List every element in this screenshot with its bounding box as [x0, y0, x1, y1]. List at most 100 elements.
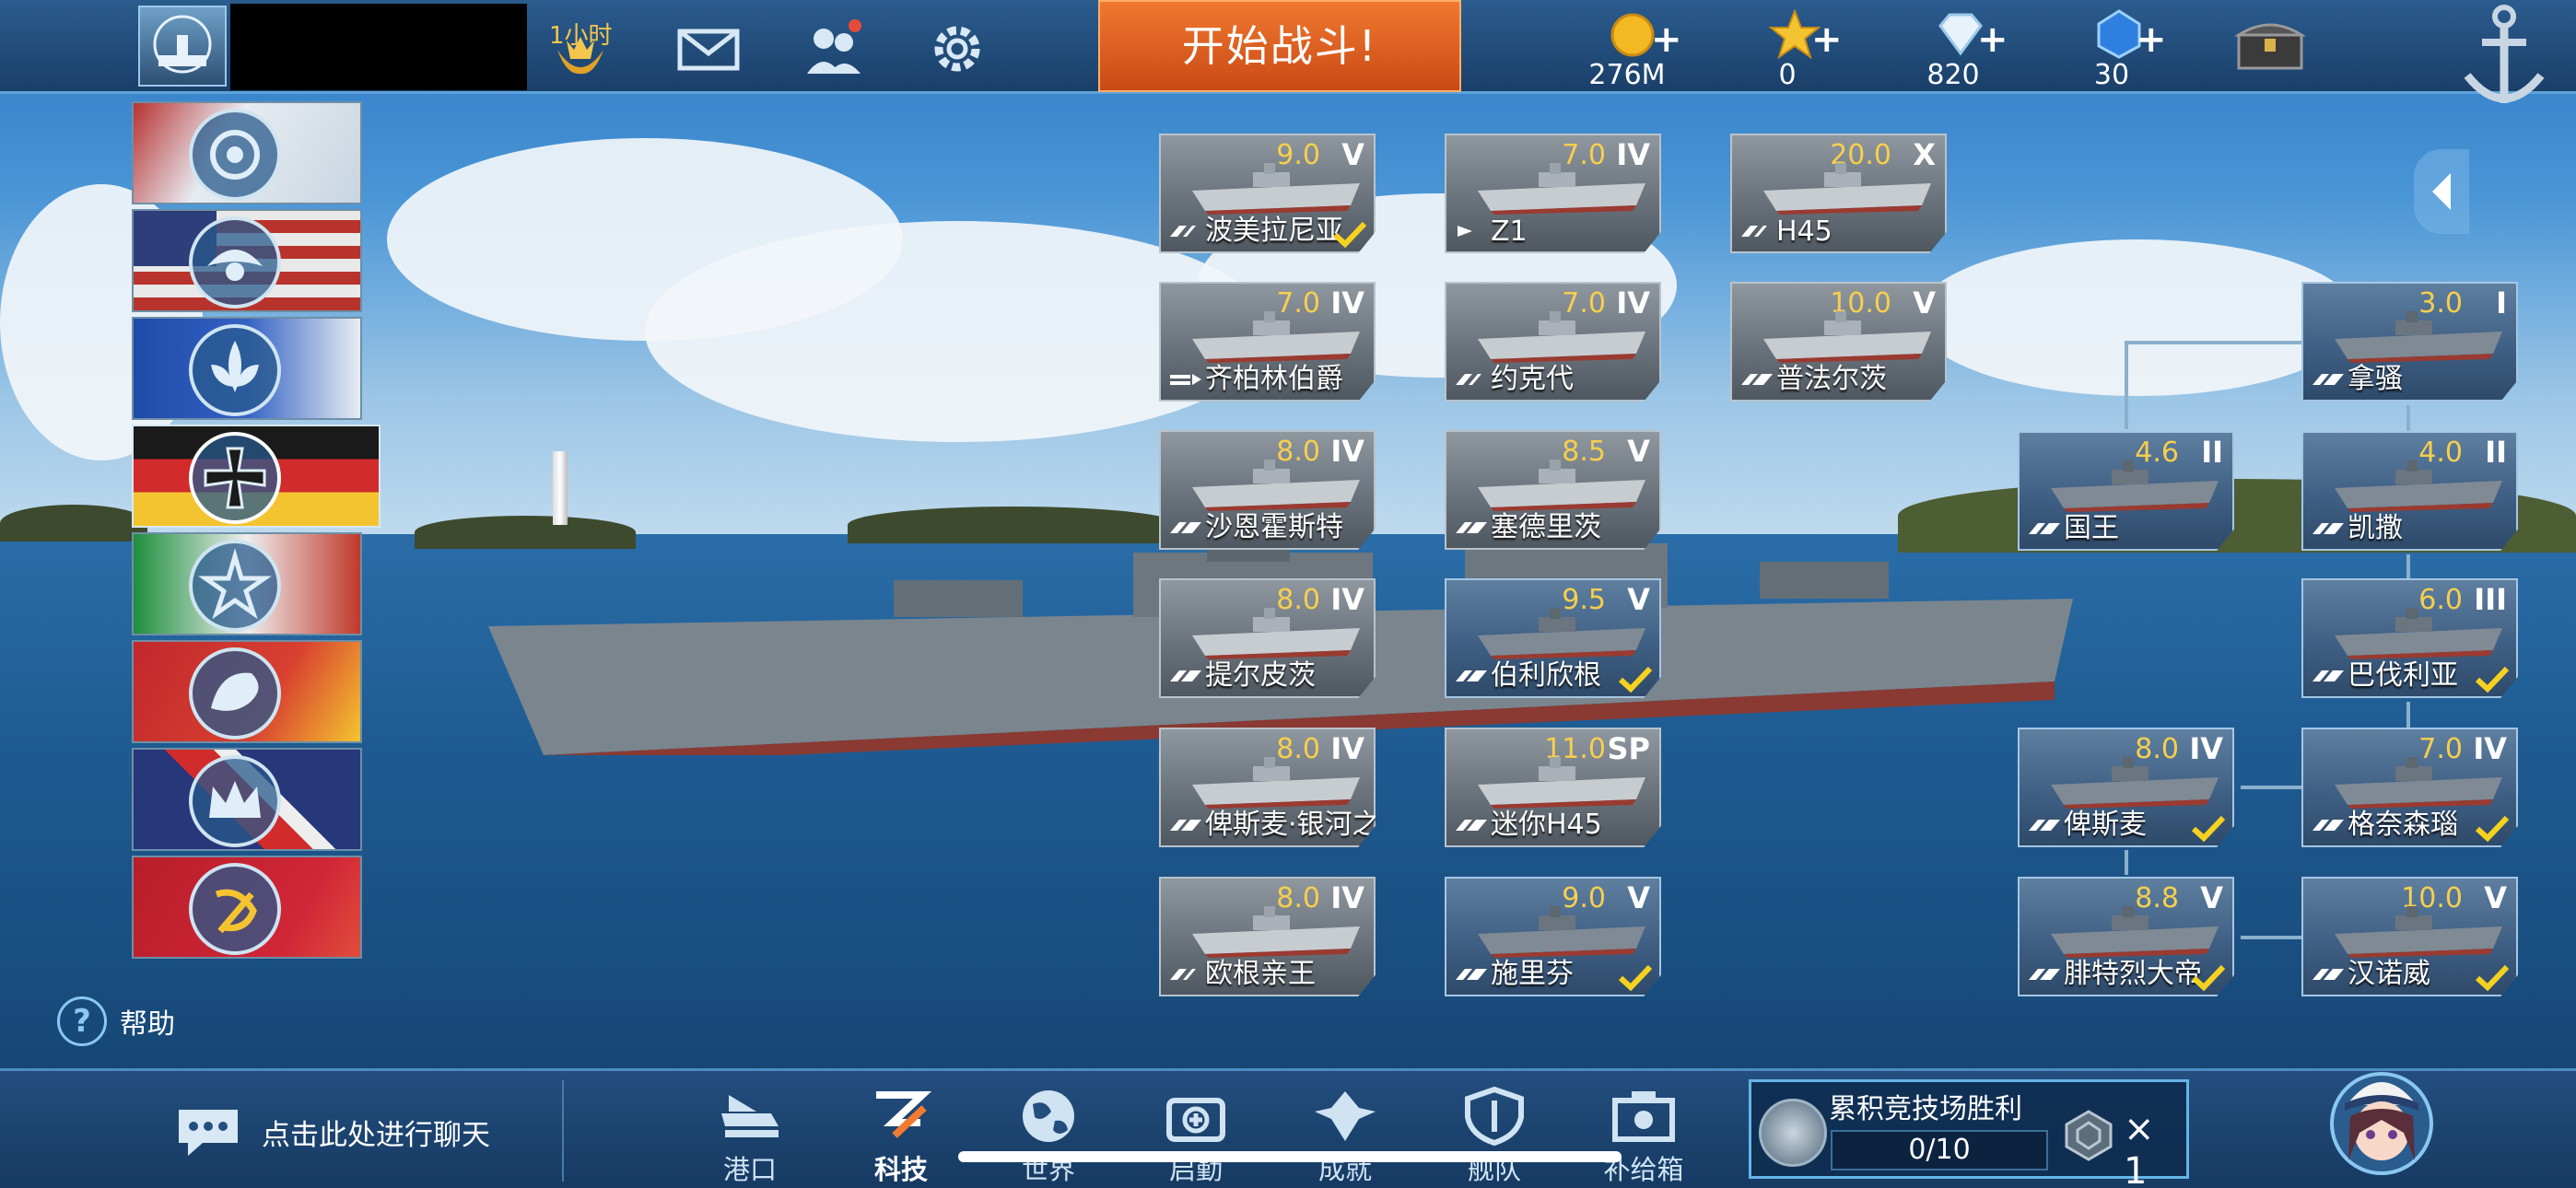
ship-card[interactable]: 9.0 V 施里芬	[1445, 877, 1661, 996]
star-resource[interactable]: + 0	[1732, 6, 1843, 92]
arena-medal-icon	[1759, 1099, 1827, 1167]
player-avatar[interactable]	[138, 6, 227, 87]
ship-name: 施里芬	[1491, 958, 1574, 990]
ship-card[interactable]: 9.5 V 伯利欣根	[1445, 578, 1661, 698]
nav-achievement[interactable]: 成就	[1299, 1086, 1391, 1187]
nation-tab-soviet[interactable]	[132, 856, 362, 959]
ship-card[interactable]: 20.0 X H45	[1730, 134, 1947, 253]
ship-card[interactable]: 8.0 IV 欧根亲王	[1159, 877, 1376, 996]
nav-fleet[interactable]: 舰队	[1448, 1086, 1540, 1187]
ship-card[interactable]: 8.5 V 塞德里茨	[1445, 430, 1661, 550]
nation-selector	[132, 101, 381, 972]
ship-class-icon	[1741, 374, 1773, 385]
ship-name: 欧根亲王	[1205, 958, 1316, 990]
nation-tab-france[interactable]	[132, 317, 362, 420]
nav-world[interactable]: 世界	[1002, 1086, 1095, 1187]
tech-icon	[876, 1091, 932, 1138]
ship-class-icon	[2029, 523, 2060, 534]
nav-supply-box[interactable]: 补给箱	[1598, 1086, 1690, 1187]
ship-card[interactable]: 7.0 IV 格奈森瑙	[2301, 728, 2518, 847]
arena-title: 累积竞技场胜利	[1829, 1093, 2022, 1125]
checkmark-icon	[2191, 815, 2226, 843]
question-mark-icon: ?	[57, 996, 107, 1046]
globe-icon	[1023, 1090, 1074, 1142]
arena-progress-panel[interactable]: 累积竞技场胜利 0/10 × 1	[1749, 1079, 2189, 1188]
ship-name: 凯撒	[2348, 512, 2403, 544]
medic-icon	[1166, 1098, 1225, 1142]
nation-tab-germany[interactable]	[132, 425, 381, 528]
island	[0, 505, 147, 542]
ship-card[interactable]: 8.0 IV 提尔皮茨	[1159, 578, 1376, 698]
ship-card[interactable]: 4.0 II 凯撒	[2301, 431, 2518, 551]
ship-class-icon	[2313, 374, 2344, 385]
nation-tab-usa[interactable]	[132, 209, 362, 312]
ship-card[interactable]: 8.0 IV 俾斯麦·银河之征	[1159, 728, 1376, 847]
dragon-emblem-icon	[211, 672, 259, 711]
mail-icon[interactable]	[674, 17, 743, 81]
nation-tab-japan[interactable]	[132, 101, 362, 204]
checkmark-icon	[2475, 815, 2510, 843]
nation-tab-china[interactable]	[132, 640, 362, 743]
ship-silhouette-icon	[1478, 163, 1645, 215]
nation-emblem	[189, 863, 281, 955]
ship-card[interactable]: 8.0 IV 沙恩霍斯特	[1159, 430, 1376, 550]
ship-card[interactable]: 7.0 IV 齐柏林伯爵	[1159, 282, 1376, 402]
ship-class-icon	[1170, 522, 1201, 533]
ship-card[interactable]: 8.0 IV 俾斯麦	[2018, 728, 2234, 847]
lighthouse	[553, 451, 568, 525]
nation-emblem	[189, 324, 281, 416]
captain-girl-avatar[interactable]	[2326, 1050, 2437, 1179]
ship-name: 伯利欣根	[1491, 659, 1601, 692]
ship-card[interactable]: 10.0 V 汉诺威	[2301, 877, 2518, 996]
nav-medic[interactable]: 启勤	[1150, 1086, 1242, 1187]
checkmark-icon	[2475, 666, 2510, 693]
start-battle-button[interactable]: 开始战斗!	[1098, 0, 1461, 92]
ship-name: 约克代	[1491, 363, 1574, 395]
ship-name: 格奈森瑙	[2348, 809, 2458, 841]
ship-card[interactable]: 3.0 I 拿骚	[2301, 282, 2518, 402]
nav-port[interactable]: 港口	[704, 1086, 796, 1187]
ship-card[interactable]: 10.0 V 普法尔茨	[1730, 282, 1947, 402]
ship-card[interactable]: 11.0 SP 迷你H45	[1445, 728, 1661, 847]
ship-class-icon	[1170, 969, 1196, 980]
ship-class-icon	[1456, 670, 1487, 681]
help-button[interactable]: ? 帮助	[57, 996, 175, 1046]
gold-amount: 276M	[1588, 59, 1666, 91]
ship-name: 提尔皮茨	[1205, 659, 1316, 692]
nation-emblem	[189, 109, 281, 201]
add-icon: +	[2136, 18, 2167, 61]
home-indicator[interactable]	[958, 1151, 1622, 1162]
add-icon: +	[1651, 18, 1682, 61]
nation-tab-italy[interactable]	[132, 532, 362, 635]
anchor-icon[interactable]	[2458, 2, 2550, 116]
chevron-left-icon	[2432, 173, 2451, 210]
ship-card[interactable]: 6.0 III 巴伐利亚	[2301, 578, 2518, 698]
nation-tab-uk[interactable]	[132, 748, 362, 851]
diamond-resource[interactable]: + 820	[1898, 6, 2008, 92]
ship-name: 腓特烈大帝	[2064, 958, 2202, 990]
ship-card[interactable]: 4.6 II 国王	[2018, 431, 2234, 551]
ship-class-icon	[1170, 226, 1196, 237]
ship-card[interactable]: 7.0 IV Z1	[1445, 134, 1661, 253]
crystal-resource[interactable]: + 30	[2056, 6, 2167, 92]
ship-class-icon	[2029, 969, 2060, 980]
chat-entry[interactable]: 点击此处进行聊天	[175, 1106, 490, 1158]
nation-emblem	[189, 432, 281, 524]
cloud	[1916, 239, 2359, 396]
nation-emblem	[189, 216, 281, 309]
ship-card[interactable]: 7.0 IV 约克代	[1445, 282, 1661, 402]
star-amount: 0	[1778, 59, 1797, 91]
friends-icon[interactable]	[802, 17, 866, 81]
side-panel-toggle[interactable]	[2414, 149, 2469, 234]
wings-icon	[1315, 1091, 1376, 1141]
gold-resource[interactable]: + 276M	[1572, 6, 1682, 92]
settings-gear-icon[interactable]	[925, 17, 989, 81]
ship-name: 塞德里茨	[1491, 511, 1601, 543]
ship-card[interactable]: 8.8 V 腓特烈大帝	[2018, 877, 2234, 996]
treasure-chest-icon[interactable]	[2233, 15, 2307, 74]
ship-class-icon	[1456, 969, 1487, 980]
ship-card[interactable]: 9.0 V 波美拉尼亚	[1159, 134, 1376, 253]
checkmark-icon	[2191, 964, 2226, 992]
nav-tech[interactable]: 科技	[855, 1086, 947, 1187]
ship-class-icon	[1456, 374, 1481, 385]
